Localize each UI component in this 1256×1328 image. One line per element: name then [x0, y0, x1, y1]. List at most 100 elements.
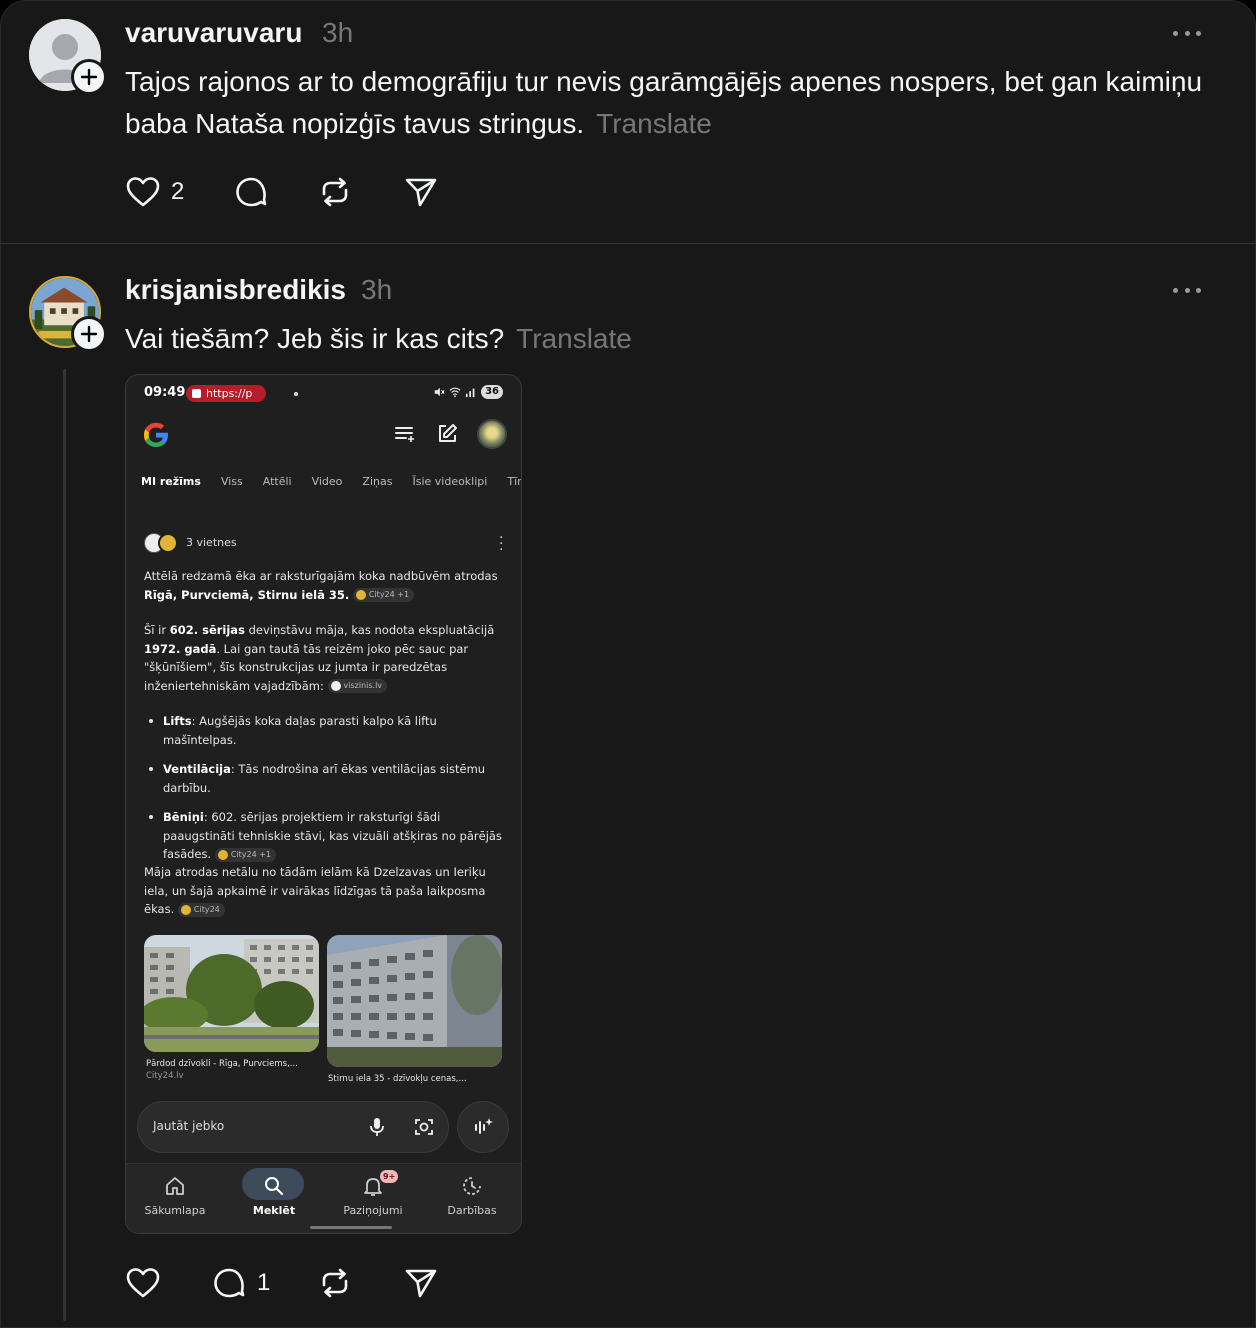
tab-video[interactable]: Video	[312, 475, 343, 488]
like-button[interactable]	[125, 1265, 161, 1301]
heart-icon	[126, 177, 160, 207]
answer-paragraph: Attēlā redzamā ēka ar raksturīgajām koka…	[144, 569, 498, 602]
answer-paragraph: Šī ir 602. sērijas deviņstāvu māja, kas …	[144, 623, 495, 693]
status-bar: 09:49 https://p 36	[144, 385, 503, 403]
more-options-button[interactable]	[1173, 286, 1201, 294]
send-icon	[405, 178, 437, 207]
header-actions	[393, 419, 507, 449]
tab-images[interactable]: Attēli	[263, 475, 292, 488]
reply-button[interactable]: 1	[211, 1265, 270, 1301]
thread-line	[63, 369, 66, 1321]
bottom-nav: Sākumlapa Meklēt 9+ Paziņojumi Darbības	[126, 1163, 521, 1233]
answer-paragraph: Māja atrodas netālu no tādām ielām kā Dz…	[144, 865, 486, 917]
activity-icon	[463, 1177, 481, 1195]
post-body: Vai tiešām? Jeb šis ir kas cits?	[125, 323, 505, 354]
like-count: 2	[171, 178, 185, 205]
source-chip[interactable]: City24	[177, 902, 225, 917]
gesture-bar	[310, 1226, 392, 1229]
answer-list: Lifts: Augšējās koka daļas parasti kalpo…	[144, 712, 503, 864]
send-icon	[405, 1269, 437, 1298]
nav-activity[interactable]: Darbības	[427, 1164, 517, 1233]
image-caption: Stirnu iela 35 - dzīvokļu cenas,...	[328, 1074, 467, 1084]
follow-button[interactable]	[71, 59, 107, 95]
lens-icon[interactable]	[413, 1116, 435, 1138]
home-icon	[166, 1177, 184, 1195]
list-item: Ventilācija: Tās nodrošina arī ēkas vent…	[144, 760, 503, 797]
post-text: Vai tiešām? Jeb šis ir kas cits? Translat…	[125, 318, 1205, 360]
repost-icon	[322, 177, 348, 207]
sparkle-waveform-icon	[475, 1118, 493, 1134]
ask-input[interactable]: Jautāt jebko	[137, 1101, 449, 1153]
attached-screenshot[interactable]: 09:49 https://p 36 MI režīms Viss Attēli…	[125, 374, 522, 1234]
nav-notifications[interactable]: 9+ Paziņojumi	[328, 1164, 418, 1233]
list-item: Bēniņi: 602. sērijas projektiem ir rakst…	[144, 808, 503, 864]
comment-icon	[214, 1268, 245, 1298]
share-button[interactable]	[403, 174, 439, 210]
google-header	[140, 417, 507, 453]
repost-icon	[322, 1268, 348, 1298]
google-logo-icon	[144, 422, 168, 447]
building-photo	[144, 935, 319, 1052]
share-button[interactable]	[403, 1265, 439, 1301]
like-button[interactable]: 2	[125, 174, 184, 210]
tab-short-videos[interactable]: Īsie videoklipi	[412, 475, 487, 488]
history-list-icon[interactable]	[393, 422, 417, 446]
reply-count: 1	[257, 1269, 271, 1296]
source-chip[interactable]: City24 +1	[214, 847, 277, 862]
translate-link[interactable]: Translate	[516, 323, 632, 354]
plus-icon	[80, 325, 98, 343]
search-icon	[265, 1177, 284, 1196]
building-photo	[327, 935, 502, 1067]
post-time: 3h	[322, 17, 354, 48]
more-vert-icon[interactable]: · · ·	[499, 531, 503, 557]
username[interactable]: varuvaruvaru	[125, 17, 302, 49]
list-item: Lifts: Augšējās koka daļas parasti kalpo…	[144, 712, 503, 749]
signal-icon	[465, 388, 475, 398]
source-chip[interactable]: viszinis.lv	[327, 679, 388, 693]
translate-link[interactable]: Translate	[596, 108, 712, 139]
tab-ai-mode[interactable]: MI režīms	[141, 475, 201, 488]
image-results: Pārdod dzīvokli - Rīga, Purvciems,... Ci…	[144, 935, 503, 1095]
tab-web[interactable]: Tīmekl	[507, 475, 521, 488]
repost-button[interactable]	[317, 174, 353, 210]
voice-mode-button[interactable]	[457, 1101, 509, 1153]
post: varuvaruvaru 3h Tajos rajonos ar to demo…	[1, 1, 1255, 243]
status-clock: 09:49	[144, 385, 186, 400]
source-chip[interactable]: City24 +1	[352, 588, 415, 602]
sources-count: 3 vietnes	[186, 536, 237, 549]
account-avatar[interactable]	[477, 419, 507, 449]
url-pill: https://p	[186, 385, 266, 402]
notification-badge: 9+	[380, 1170, 399, 1183]
reply-button[interactable]	[233, 174, 269, 210]
image-result[interactable]	[144, 935, 319, 1052]
edit-icon[interactable]	[435, 422, 459, 446]
nav-search[interactable]: Meklēt	[229, 1164, 319, 1233]
feed: varuvaruvaru 3h Tajos rajonos ar to demo…	[0, 0, 1256, 1328]
image-source: City24.lv	[146, 1071, 184, 1081]
sources-row[interactable]: 3 vietnes · · ·	[144, 531, 503, 557]
nav-home[interactable]: Sākumlapa	[130, 1164, 220, 1233]
heart-icon	[126, 1268, 160, 1298]
post-text: Tajos rajonos ar to demogrāfiju tur nevi…	[125, 61, 1205, 145]
wifi-icon	[449, 387, 461, 398]
site-icon	[158, 533, 178, 553]
tab-news[interactable]: Ziņas	[362, 475, 392, 488]
repost-button[interactable]	[317, 1265, 353, 1301]
plus-icon	[80, 68, 98, 86]
follow-button[interactable]	[71, 316, 107, 352]
post-time: 3h	[361, 274, 393, 305]
mute-icon	[434, 387, 445, 397]
search-tabs: MI režīms Viss Attēli Video Ziņas Īsie videok…	[141, 475, 521, 488]
microphone-icon[interactable]	[366, 1116, 388, 1138]
post-actions: 1	[125, 1265, 445, 1301]
status-icons: 36	[433, 385, 503, 399]
ask-placeholder: Jautāt jebko	[153, 1119, 225, 1133]
tab-all[interactable]: Viss	[221, 475, 243, 488]
comment-icon	[236, 177, 267, 207]
battery-icon: 36	[481, 385, 503, 399]
image-result[interactable]	[327, 935, 502, 1067]
post-actions: 2	[125, 174, 445, 210]
status-dot	[294, 392, 298, 396]
more-options-button[interactable]	[1173, 29, 1201, 37]
username[interactable]: krisjanisbredikis	[125, 274, 346, 306]
